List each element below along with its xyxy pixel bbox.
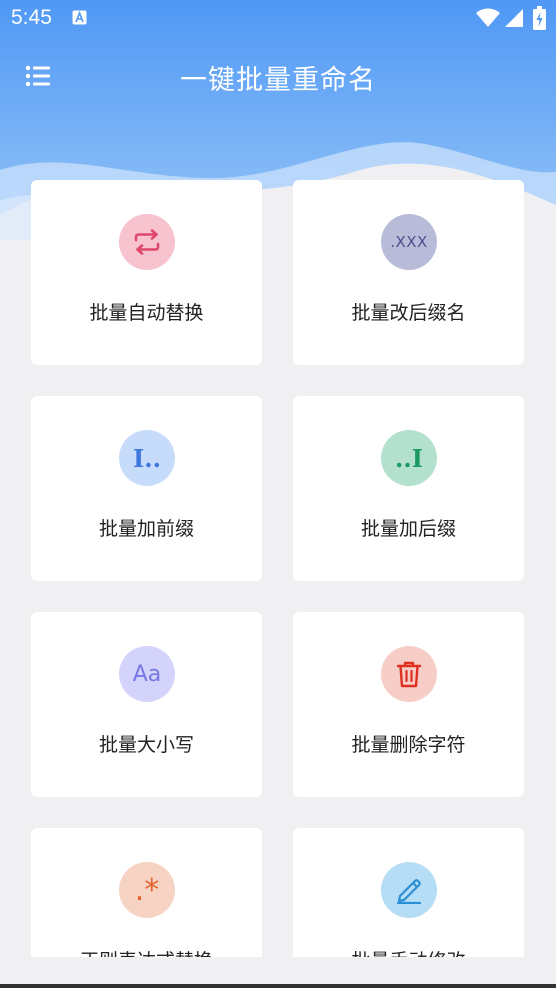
icon-circle xyxy=(119,214,175,270)
icon-circle: I.. xyxy=(119,430,175,486)
card-add-suffix[interactable]: ..I 批量加后缀 xyxy=(293,396,524,581)
signal-icon xyxy=(505,9,523,27)
case-icon: Aa xyxy=(132,661,162,687)
icon-circle: .* xyxy=(119,862,175,918)
swap-icon xyxy=(134,229,160,255)
card-label: 正则表达式替换 xyxy=(31,946,262,957)
card-letter-case[interactable]: Aa 批量大小写 xyxy=(31,612,262,797)
extension-icon: .XXX xyxy=(390,233,428,251)
card-change-extension[interactable]: .XXX 批量改后缀名 xyxy=(293,180,524,365)
status-time: 5:45 xyxy=(11,6,52,29)
card-label: 批量大小写 xyxy=(98,734,194,756)
card-regex-replace[interactable]: .* 正则表达式替换 xyxy=(31,828,262,957)
regex-icon: .* xyxy=(134,872,160,908)
icon-circle: Aa xyxy=(119,646,175,702)
card-label: 批量自动替换 xyxy=(89,302,204,324)
wifi-icon xyxy=(476,8,500,27)
page-title: 一键批量重命名 xyxy=(180,65,376,96)
icon-circle xyxy=(381,646,437,702)
card-label: 批量改后缀名 xyxy=(351,302,466,324)
suffix-icon: ..I xyxy=(395,443,423,473)
trash-icon xyxy=(396,661,422,688)
status-bar: 5:45 xyxy=(0,0,556,36)
a-letter-icon xyxy=(72,10,87,25)
icon-circle xyxy=(381,862,437,918)
card-auto-replace[interactable]: 批量自动替换 xyxy=(31,180,262,365)
card-add-prefix[interactable]: I.. 批量加前缀 xyxy=(31,396,262,581)
feature-grid: 批量自动替换 .XXX 批量改后缀名 I.. 批量加前缀 ..I 批量加后缀 A… xyxy=(31,180,525,957)
prefix-icon: I.. xyxy=(133,443,161,473)
pencil-icon xyxy=(396,879,422,904)
icon-circle: ..I xyxy=(381,430,437,486)
card-label: 批量加前缀 xyxy=(98,518,194,540)
card-label: 批量手动修改 xyxy=(293,946,524,957)
card-label: 批量删除字符 xyxy=(351,734,466,756)
card-delete-chars[interactable]: 批量删除字符 xyxy=(293,612,524,797)
navigation-bar-edge xyxy=(0,984,556,988)
card-manual-edit[interactable]: 批量手动修改 xyxy=(293,828,524,957)
card-label: 批量加后缀 xyxy=(360,518,456,540)
battery-icon xyxy=(533,6,546,30)
icon-circle: .XXX xyxy=(381,214,437,270)
